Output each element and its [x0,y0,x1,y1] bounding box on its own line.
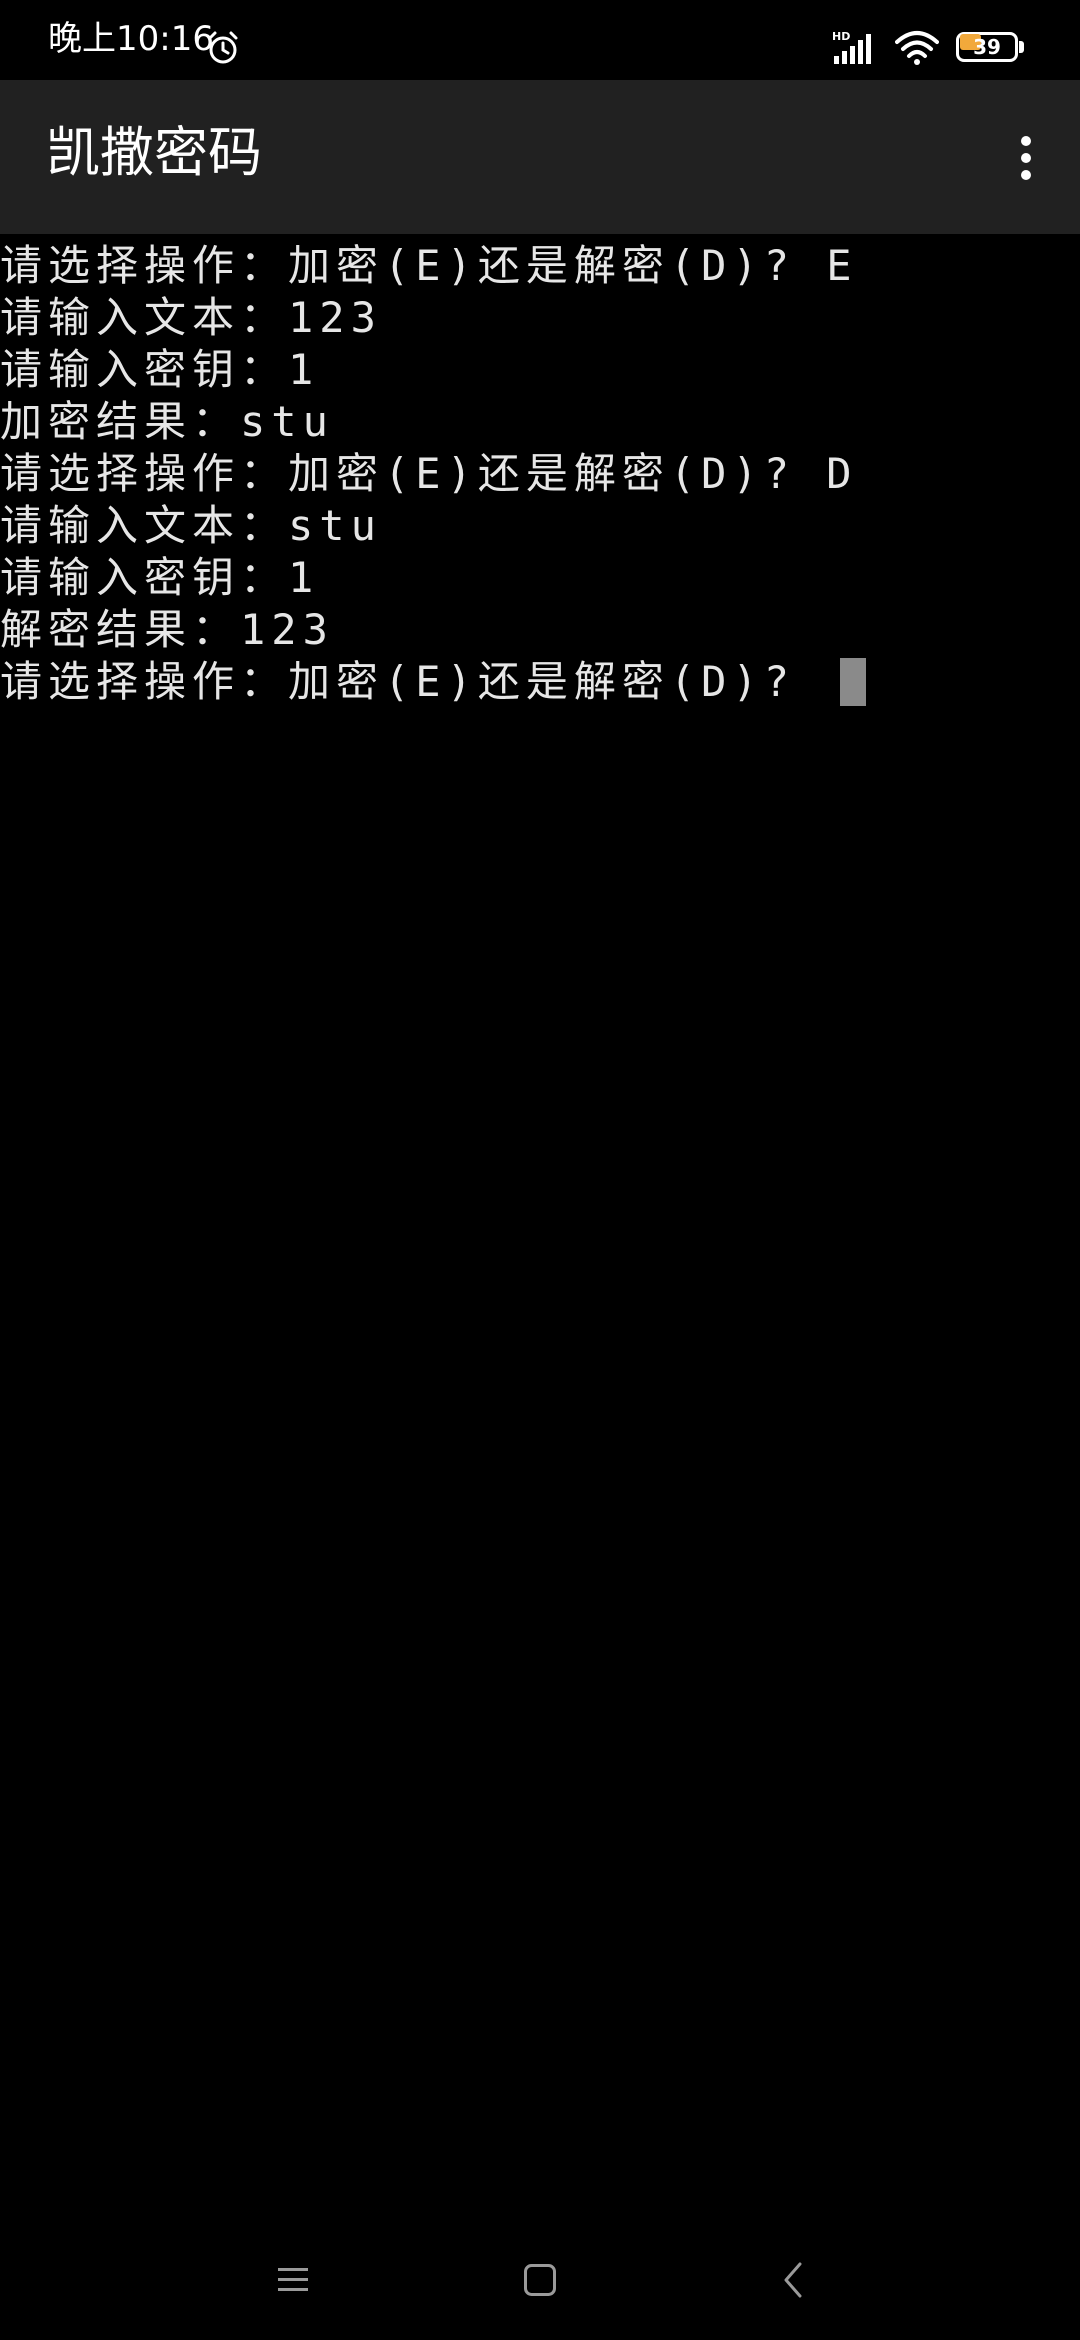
back-button[interactable] [763,2250,823,2310]
console-line-text: 请输入文本：123 [0,293,382,342]
console-line: 请输入密钥：1 [0,344,1080,396]
recent-apps-button[interactable] [263,2250,323,2310]
signal-icon: HD [832,30,871,64]
console-line: 请选择操作：加密(E)还是解密(D)? E [0,240,1080,292]
console-line-text: 加密结果：stu [0,397,334,446]
console-line-text: 请输入密钥：1 [0,553,320,602]
battery-icon: 39 [956,30,1026,66]
console-output[interactable]: 请选择操作：加密(E)还是解密(D)? E 请输入文本：123 请输入密钥：1 … [0,240,1080,708]
console-prompt-line[interactable]: 请选择操作：加密(E)还是解密(D)? [0,656,1080,708]
home-icon [524,2264,556,2296]
network-label: HD [832,30,850,43]
back-icon [784,2262,802,2298]
battery-level: 39 [973,35,1001,59]
wifi-icon [895,31,939,65]
alarm-icon [208,31,238,64]
console-line: 请输入文本：123 [0,292,1080,344]
page-title: 凯撒密码 [46,121,262,184]
console-line-text: 请输入密钥：1 [0,345,320,394]
navigation-bar [0,2220,1080,2340]
status-time: 晚上10:16 [48,19,214,59]
console-line-text: 请选择操作：加密(E)还是解密(D)? D [0,449,858,498]
console-line: 加密结果：stu [0,396,1080,448]
app-bar: 凯撒密码 [0,80,1080,234]
console-line: 请选择操作：加密(E)还是解密(D)? D [0,448,1080,500]
console-line-text: 请输入文本：stu [0,501,382,550]
text-cursor[interactable] [840,658,867,706]
overflow-menu-button[interactable] [990,118,1062,198]
console-line: 解密结果：123 [0,604,1080,656]
console-line: 请输入文本：stu [0,500,1080,552]
more-vert-icon [1021,136,1031,180]
console-line-text: 请选择操作：加密(E)还是解密(D)? [0,657,827,706]
console-line: 请输入密钥：1 [0,552,1080,604]
status-bar: 晚上10:16 HD 39 [0,0,1080,80]
console-line-text: 解密结果：123 [0,605,334,654]
console-line-text: 请选择操作：加密(E)还是解密(D)? E [0,241,858,290]
home-button[interactable] [510,2250,570,2310]
recent-apps-icon [278,2268,308,2291]
